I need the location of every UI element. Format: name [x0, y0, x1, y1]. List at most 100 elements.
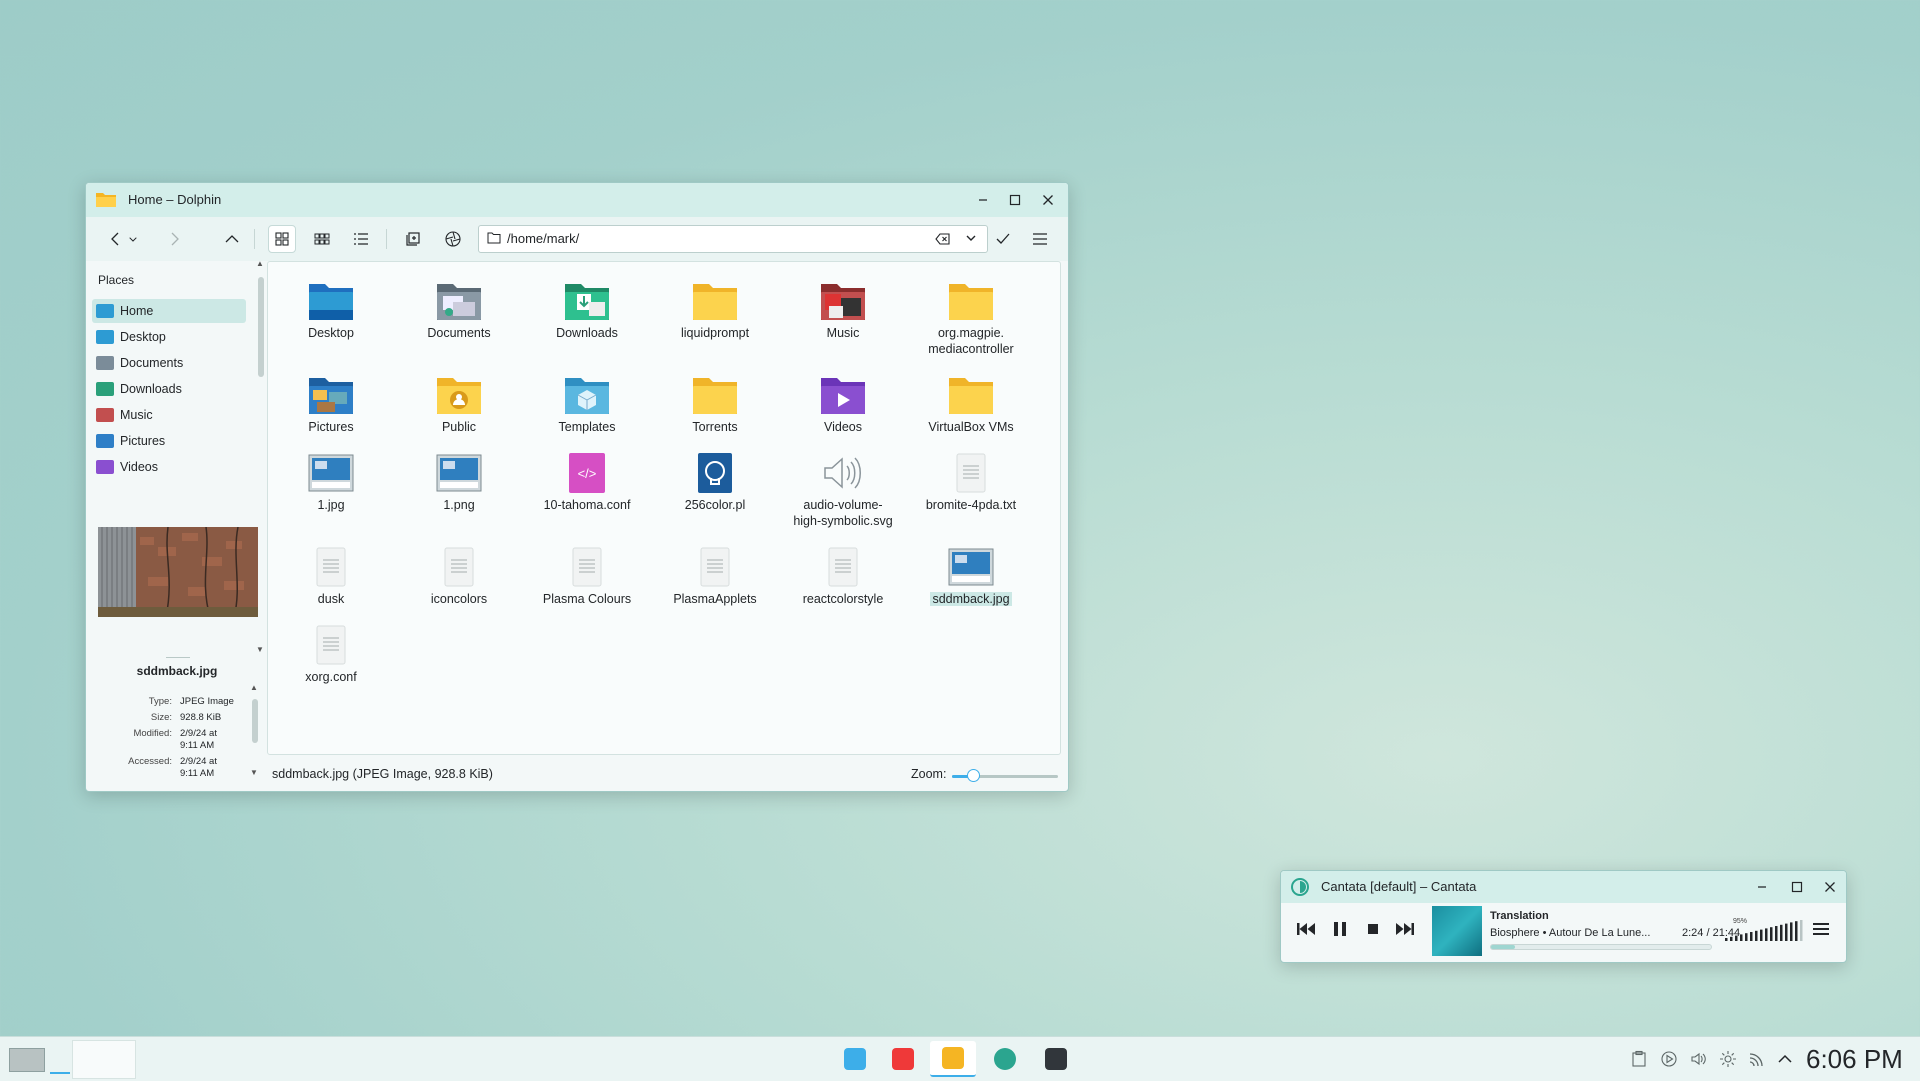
scroll-down-arrow-icon[interactable]: ▼	[256, 645, 264, 654]
file-item[interactable]: org.magpie. mediacontroller	[912, 270, 1030, 356]
file-item[interactable]: VirtualBox VMs	[912, 364, 1030, 444]
pager-desktop-2[interactable]	[72, 1040, 136, 1079]
file-item-name: 256color.pl	[656, 497, 774, 513]
close-button[interactable]	[1038, 190, 1058, 210]
next-track-button[interactable]	[1391, 915, 1419, 943]
file-item[interactable]: 1.jpg	[272, 442, 390, 522]
preview-toggle-button[interactable]	[439, 225, 467, 253]
file-item[interactable]: Desktop	[272, 270, 390, 350]
details-view-button[interactable]	[347, 225, 375, 253]
zoom-slider-handle[interactable]	[967, 769, 981, 782]
sidebar-item-documents[interactable]: Documents	[92, 351, 246, 375]
file-item-label: Torrents	[692, 420, 738, 434]
stop-button[interactable]	[1359, 915, 1387, 943]
location-bar[interactable]: /home/mark/	[478, 225, 988, 253]
taskbar-app-1[interactable]	[880, 1041, 926, 1077]
expand-tray-icon[interactable]	[1776, 1050, 1794, 1068]
scroll-up-arrow-icon[interactable]: ▲	[256, 259, 264, 268]
chevron-down-icon[interactable]	[965, 232, 977, 244]
up-button[interactable]	[218, 225, 246, 253]
scroll-up-arrow-icon[interactable]: ▲	[250, 683, 258, 692]
split-view-button[interactable]	[399, 225, 427, 253]
icons-view-button[interactable]	[268, 225, 296, 253]
zoom-slider[interactable]	[952, 769, 1058, 782]
clipboard-icon[interactable]	[1630, 1050, 1648, 1068]
skip-forward-icon	[1396, 923, 1414, 935]
volume-control[interactable]	[1725, 919, 1805, 941]
file-item-name: Plasma Colours	[528, 591, 646, 607]
info-file-name: sddmback.jpg	[136, 664, 218, 678]
hamburger-menu-icon[interactable]	[1811, 919, 1831, 939]
file-item[interactable]: reactcolorstyle	[784, 536, 902, 616]
file-item[interactable]: Downloads	[528, 270, 646, 350]
brightness-icon[interactable]	[1719, 1050, 1737, 1068]
sidebar-item-label: Videos	[120, 460, 158, 474]
places-scrollbar[interactable]	[258, 277, 264, 377]
minimize-button[interactable]	[973, 190, 993, 210]
sidebar-item-videos[interactable]: Videos	[92, 455, 246, 479]
file-item[interactable]: Pictures	[272, 364, 390, 444]
media-player-icon[interactable]	[1660, 1050, 1678, 1068]
file-item[interactable]: liquidprompt	[656, 270, 774, 350]
info-row: Modified: 2/9/24 at 9:11 AM	[94, 728, 264, 756]
location-path[interactable]: /home/mark/	[507, 231, 579, 246]
menu-button[interactable]	[1026, 225, 1054, 253]
maximize-button[interactable]	[1005, 190, 1025, 210]
file-item[interactable]: Public	[400, 364, 518, 444]
sidebar-item-music[interactable]: Music	[92, 403, 246, 427]
sidebar-item-pictures[interactable]: Pictures	[92, 429, 246, 453]
file-item[interactable]: 1.png	[400, 442, 518, 522]
back-history-button[interactable]	[124, 225, 142, 253]
status-text: sddmback.jpg (JPEG Image, 928.8 KiB)	[272, 767, 493, 781]
maximize-button[interactable]	[1787, 877, 1807, 897]
compact-view-button[interactable]	[308, 225, 336, 253]
volume-bar	[1730, 936, 1733, 941]
sidebar-item-downloads[interactable]: Downloads	[92, 377, 246, 401]
sidebar-item-home[interactable]: Home	[92, 299, 246, 323]
file-item[interactable]: sddmback.jpg	[912, 536, 1030, 616]
pager-desktop-1[interactable]	[6, 1040, 70, 1077]
file-item[interactable]: Plasma Colours	[528, 536, 646, 616]
file-item[interactable]: dusk	[272, 536, 390, 616]
file-item[interactable]: 256color.pl	[656, 442, 774, 522]
file-item[interactable]: </> 10-tahoma.conf	[528, 442, 646, 522]
previous-track-button[interactable]	[1292, 915, 1320, 943]
taskbar-app-4[interactable]	[1033, 1041, 1079, 1077]
minimize-button[interactable]	[1752, 877, 1772, 897]
file-item[interactable]: Videos	[784, 364, 902, 444]
panel-splitter[interactable]	[166, 657, 190, 658]
album-cover[interactable]	[1432, 906, 1482, 956]
file-item[interactable]: xorg.conf	[272, 614, 390, 694]
file-item[interactable]: Torrents	[656, 364, 774, 444]
vivaldi-icon	[892, 1048, 914, 1070]
sidebar-item-desktop[interactable]: Desktop	[92, 325, 246, 349]
file-item[interactable]: PlasmaApplets	[656, 536, 774, 616]
info-scrollbar[interactable]	[252, 699, 258, 743]
file-item[interactable]: Music	[784, 270, 902, 350]
clock[interactable]: 6:06 PM	[1806, 1044, 1903, 1075]
file-item[interactable]: Documents	[400, 270, 518, 350]
pause-button[interactable]	[1326, 915, 1354, 943]
file-item[interactable]: audio-volume- high-symbolic.svg	[784, 442, 902, 528]
close-button[interactable]	[1820, 877, 1840, 897]
file-item[interactable]: bromite-4pda.txt	[912, 442, 1030, 522]
file-item-name: Torrents	[656, 419, 774, 435]
taskbar-app-2[interactable]	[930, 1041, 976, 1077]
cantata-titlebar[interactable]: Cantata [default] – Cantata	[1281, 871, 1846, 903]
file-view[interactable]: Desktop Documents Downloads liquidprompt Mus…	[267, 261, 1061, 755]
track-progress-bar[interactable]	[1490, 944, 1712, 950]
file-item[interactable]: Templates	[528, 364, 646, 444]
folder-videos-icon	[819, 374, 867, 416]
file-item[interactable]: iconcolors	[400, 536, 518, 616]
status-bar: sddmback.jpg (JPEG Image, 928.8 KiB) Zoo…	[86, 757, 1068, 791]
forward-button[interactable]	[160, 225, 188, 253]
taskbar-app-3[interactable]	[982, 1041, 1028, 1077]
file-item-label: reactcolorstyle	[802, 592, 884, 606]
file-item-label: liquidprompt	[680, 326, 750, 340]
network-icon[interactable]	[1748, 1050, 1766, 1068]
dolphin-titlebar[interactable]: Home – Dolphin	[86, 183, 1068, 217]
taskbar-app-0[interactable]	[832, 1041, 878, 1077]
confirm-location-button[interactable]	[989, 225, 1017, 253]
volume-icon[interactable]	[1690, 1050, 1708, 1068]
clear-text-icon[interactable]	[935, 231, 951, 247]
